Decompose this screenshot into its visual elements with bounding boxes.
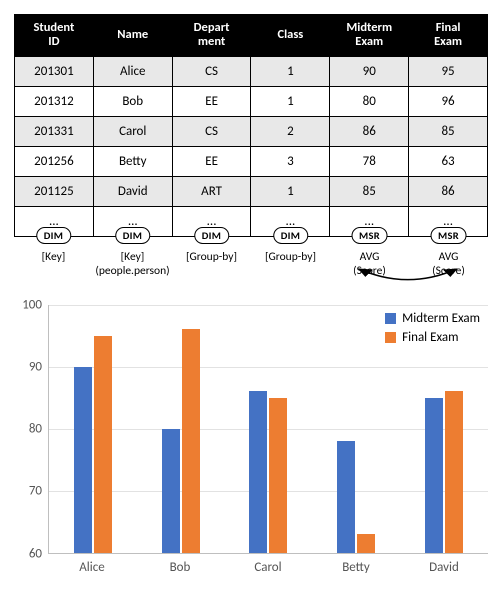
annot-text: AVG(Score) (432, 250, 465, 278)
bar (337, 441, 355, 553)
cell: 3 (251, 146, 330, 176)
table-row: 201331CarolCS28685 (15, 116, 488, 146)
data-table: StudentID Name Department Class MidtermE… (14, 14, 488, 237)
dim-tag: DIM (115, 227, 151, 244)
cell: 1 (251, 86, 330, 116)
cell: 86 (330, 116, 409, 146)
x-tick-label: Bob (136, 554, 224, 575)
col-header: FinalExam (409, 15, 488, 57)
bar (182, 329, 200, 552)
cell: Alice (93, 56, 172, 86)
x-axis: AliceBobCarolBettyDavid (48, 554, 488, 575)
cell: Bob (93, 86, 172, 116)
cell: 201331 (15, 116, 94, 146)
cell: CS (172, 56, 251, 86)
y-tick: 100 (22, 297, 42, 312)
cell: Carol (93, 116, 172, 146)
bar-group (137, 305, 225, 553)
annot-text: AVG(Score) (353, 250, 386, 278)
cell: 78 (330, 146, 409, 176)
bar (74, 367, 92, 553)
cell: 85 (330, 176, 409, 206)
table-row: 201312BobEE18096 (15, 86, 488, 116)
bar (94, 336, 112, 553)
col-header: MidtermExam (330, 15, 409, 57)
x-tick-label: Carol (224, 554, 312, 575)
msr-tag: MSR (351, 227, 388, 244)
y-tick: 70 (29, 484, 42, 499)
cell: 2 (251, 116, 330, 146)
y-tick: 60 (29, 546, 42, 561)
y-axis: 60708090100 (14, 305, 48, 554)
y-tick: 90 (29, 359, 42, 374)
col-header: Department (172, 15, 251, 57)
msr-tag: MSR (430, 227, 467, 244)
cell: 90 (330, 56, 409, 86)
x-tick-label: Alice (48, 554, 136, 575)
cell: CS (172, 116, 251, 146)
bar-group (400, 305, 488, 553)
bar-group (225, 305, 313, 553)
annot-text: [Key](people.person) (95, 250, 169, 278)
cell: 86 (409, 176, 488, 206)
cell: EE (172, 86, 251, 116)
annot-text: [Key] (42, 250, 66, 264)
annot-text: [Group-by] (186, 250, 237, 264)
table-row: 201301AliceCS19095 (15, 56, 488, 86)
bar (269, 398, 287, 553)
col-header: Name (93, 15, 172, 57)
y-tick: 80 (29, 422, 42, 437)
cell: 1 (251, 56, 330, 86)
bar (425, 398, 443, 553)
cell: 1 (251, 176, 330, 206)
bar-chart: 60708090100 Midterm Exam Final Exam Alic… (14, 305, 488, 575)
bar (445, 391, 463, 552)
cell: 201256 (15, 146, 94, 176)
table-row: 201256BettyEE37863 (15, 146, 488, 176)
cell: 85 (409, 116, 488, 146)
cell: David (93, 176, 172, 206)
col-header: Class (251, 15, 330, 57)
cell: 95 (409, 56, 488, 86)
cell: 96 (409, 86, 488, 116)
bar (162, 429, 180, 553)
dim-tag: DIM (273, 227, 309, 244)
cell: Betty (93, 146, 172, 176)
dim-tag: DIM (194, 227, 230, 244)
x-tick-label: Betty (312, 554, 400, 575)
x-tick-label: David (400, 554, 488, 575)
col-header: StudentID (15, 15, 94, 57)
annot-text: [Group-by] (265, 250, 316, 264)
cell: EE (172, 146, 251, 176)
bar (357, 534, 375, 553)
cell: 80 (330, 86, 409, 116)
bar-group (49, 305, 137, 553)
cell: 201125 (15, 176, 94, 206)
table-row: .................. (15, 206, 488, 236)
cell: 201312 (15, 86, 94, 116)
plot-area: Midterm Exam Final Exam (48, 305, 488, 554)
table-row: 201125DavidART18586 (15, 176, 488, 206)
cell: 63 (409, 146, 488, 176)
cell: ART (172, 176, 251, 206)
bar-group (312, 305, 400, 553)
dim-tag: DIM (36, 227, 72, 244)
column-annotations: DIM[Key] DIM[Key](people.person) DIM[Gro… (14, 236, 488, 279)
cell: 201301 (15, 56, 94, 86)
bar (249, 391, 267, 552)
